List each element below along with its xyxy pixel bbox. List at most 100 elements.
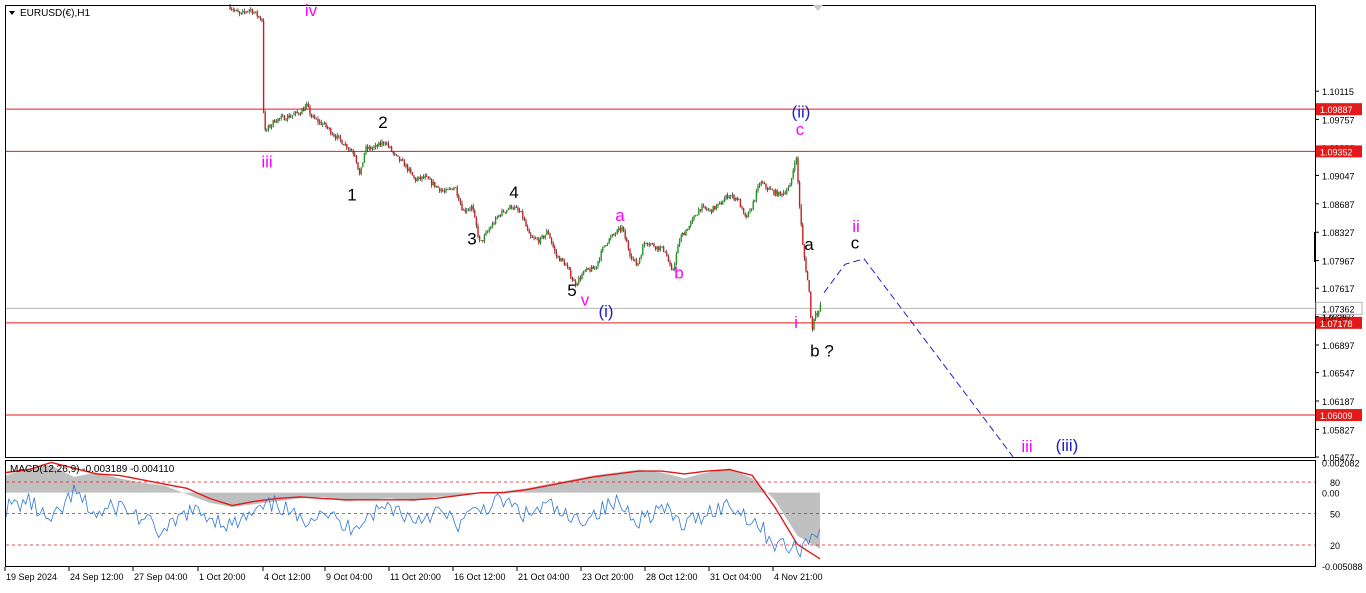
wave-label: c [851, 234, 860, 253]
candle [637, 263, 639, 266]
candle [469, 208, 471, 210]
candle [280, 116, 282, 119]
candle [518, 210, 521, 213]
candle [246, 11, 249, 13]
candle [422, 176, 425, 178]
candle [424, 175, 426, 178]
candle [654, 246, 657, 250]
candle [542, 235, 545, 239]
x-tick-label: 19 Sep 2024 [6, 572, 57, 582]
candle [318, 121, 321, 123]
candle [552, 242, 554, 248]
candle [712, 206, 714, 213]
candle [293, 113, 295, 116]
wave-label: 4 [509, 183, 518, 202]
candle [371, 148, 374, 150]
candle [642, 245, 644, 256]
candle [496, 217, 498, 219]
candle [235, 10, 238, 11]
candle [237, 10, 239, 13]
candle [362, 162, 364, 168]
candle [446, 189, 449, 191]
candle [746, 216, 748, 218]
candle [765, 183, 767, 188]
candle [360, 167, 362, 175]
candle [347, 148, 350, 150]
wave-label: 3 [467, 230, 476, 249]
candle [394, 153, 396, 155]
wave-label: i [794, 313, 798, 332]
candle [560, 258, 562, 262]
candle [430, 179, 433, 186]
candle [419, 176, 422, 180]
candle [600, 250, 602, 260]
candle [333, 134, 335, 137]
candle [426, 175, 428, 177]
candle [301, 109, 303, 115]
macd-tick-label: -0.005088 [1322, 562, 1363, 572]
candle [565, 264, 567, 266]
candle [813, 318, 815, 330]
candle [645, 242, 647, 244]
y-tick-label: 1.07967 [1322, 257, 1355, 267]
candle [306, 103, 308, 107]
candle [384, 143, 386, 145]
candle [568, 267, 570, 270]
candle [400, 159, 402, 161]
candle [314, 116, 316, 119]
chart-svg[interactable]: iviii21 435 v(i)ab(ii)caiicib ?iii (iii) 1.… [0, 0, 1366, 588]
candle [298, 112, 300, 115]
candle [667, 256, 670, 262]
candle [285, 119, 287, 121]
candle [530, 233, 532, 238]
candle [510, 205, 513, 209]
candle [741, 207, 743, 209]
candle [413, 175, 415, 178]
y-tick-label: 1.07617 [1322, 284, 1355, 294]
candle [526, 226, 529, 230]
candle [562, 258, 564, 261]
wave-label: (ii) [792, 103, 811, 122]
candle [738, 199, 740, 201]
candle [624, 230, 626, 239]
candle [267, 125, 270, 130]
candle [261, 19, 263, 21]
candle [403, 160, 406, 167]
candle [699, 209, 702, 211]
macd-tick-label: 0.002082 [1322, 459, 1360, 469]
wave-label: 2 [378, 113, 387, 132]
candle [312, 116, 314, 118]
candle [373, 146, 375, 149]
candle [307, 103, 310, 107]
y-tick-label: 1.10115 [1322, 87, 1354, 97]
candle [784, 192, 786, 194]
candle [363, 152, 366, 163]
candle [701, 205, 703, 211]
candle [320, 121, 322, 125]
candle [728, 196, 730, 198]
candle [656, 246, 658, 250]
candle [598, 259, 601, 262]
candle [597, 261, 599, 267]
candle [366, 146, 369, 150]
candle [350, 149, 353, 152]
candle [378, 142, 380, 147]
candle [291, 115, 294, 117]
candle [779, 191, 782, 194]
candle [606, 243, 609, 246]
candle [349, 149, 351, 150]
candle [787, 187, 790, 191]
candle [714, 206, 716, 210]
candle [638, 258, 641, 264]
x-tick-label: 21 Oct 04:00 [518, 572, 570, 582]
candle [797, 158, 799, 183]
candle [438, 187, 441, 192]
wave-label: iii [1021, 437, 1032, 456]
candle [456, 187, 458, 196]
y-tick-label: 1.06547 [1322, 369, 1355, 379]
candle [630, 255, 633, 259]
candle [283, 115, 286, 121]
candle [418, 176, 420, 179]
candle [334, 136, 337, 139]
candle [635, 259, 638, 266]
